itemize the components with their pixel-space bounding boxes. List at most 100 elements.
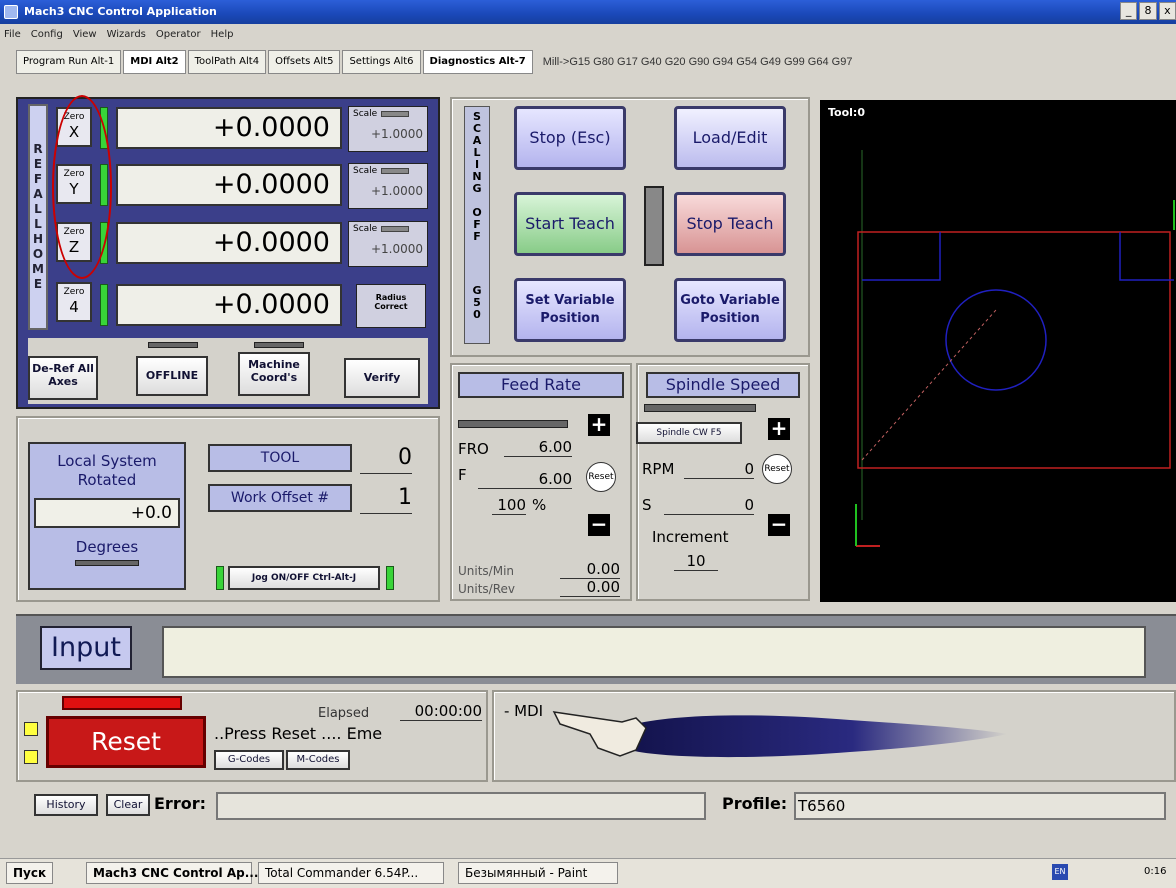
offline-button[interactable]: OFFLINE — [136, 356, 208, 396]
window-controls: _ 8 x — [1120, 2, 1176, 22]
units-rev-label: Units/Rev — [458, 582, 516, 596]
radius-correct-button[interactable]: Radius Correct — [356, 284, 426, 328]
menu-help[interactable]: Help — [211, 24, 234, 46]
zero-4-button[interactable]: Zero 4 — [56, 282, 92, 322]
deref-all-axes-button[interactable]: De-Ref All Axes — [28, 356, 98, 400]
spindle-up-arrow-icon[interactable]: + — [768, 418, 790, 440]
tab-program-run[interactable]: Program Run Alt-1 — [16, 50, 122, 74]
status-led-1 — [24, 722, 38, 736]
menu-view[interactable]: View — [73, 24, 97, 46]
degrees-led — [75, 560, 139, 566]
rpm-value: 0 — [684, 460, 754, 479]
language-indicator[interactable]: EN — [1052, 864, 1068, 880]
scaling-gap — [465, 243, 489, 285]
scale-led — [381, 110, 410, 117]
machine-coords-button[interactable]: Machine Coord's — [238, 352, 310, 396]
history-button[interactable]: History — [34, 794, 98, 816]
dro-x-value[interactable]: +0.0000 — [116, 107, 342, 149]
menu-wizards[interactable]: Wizards — [107, 24, 146, 46]
reset-led — [62, 696, 182, 710]
tool-label-box: TOOL — [208, 444, 352, 472]
reset-button[interactable]: Reset — [46, 716, 206, 768]
rpm-label: RPM — [642, 460, 675, 478]
fro-label: FRO — [458, 440, 489, 458]
units-min-value: 0.00 — [560, 560, 620, 579]
work-offset-number[interactable]: 1 — [360, 484, 412, 514]
menu-file[interactable]: File — [4, 24, 21, 46]
refall-letter: H — [32, 232, 44, 246]
feed-percent[interactable]: 100 — [492, 496, 526, 515]
start-button[interactable]: Пуск — [6, 862, 54, 884]
goto-variable-position-button[interactable]: Goto Variable Position — [674, 278, 786, 342]
feed-rate-header: Feed Rate — [458, 372, 624, 398]
feed-down-arrow-icon[interactable]: − — [588, 514, 610, 536]
start-teach-button[interactable]: Start Teach — [514, 192, 626, 256]
rotation-value[interactable]: +0.0 — [34, 498, 180, 528]
local-system-title: Local System Rotated — [57, 452, 157, 489]
tab-diagnostics[interactable]: Diagnostics Alt-7 — [422, 50, 533, 74]
spindle-reset-button[interactable]: Reset — [762, 454, 792, 484]
error-label: Error: — [154, 794, 206, 813]
refall-letter: F — [33, 172, 43, 186]
refall-letter: O — [32, 247, 44, 261]
menu-bar: File Config View Wizards Operator Help — [0, 24, 1176, 46]
feed-up-arrow-icon[interactable]: + — [588, 414, 610, 436]
dro-4-value[interactable]: +0.0000 — [116, 284, 342, 326]
toolpath-display[interactable]: Tool:0 — [820, 100, 1176, 602]
units-min-label: Units/Min — [458, 564, 515, 578]
increment-value[interactable]: 10 — [674, 552, 718, 571]
scale-label: Scale — [353, 224, 378, 234]
refall-letter: L — [34, 202, 42, 216]
machine-coord-led — [254, 342, 304, 348]
set-variable-position-button[interactable]: Set Variable Position — [514, 278, 626, 342]
mcodes-button[interactable]: M-Codes — [286, 750, 350, 770]
zero-label: Zero — [63, 287, 85, 297]
load-edit-button[interactable]: Load/Edit — [674, 106, 786, 170]
mdi-input-field[interactable] — [162, 626, 1146, 678]
error-field — [216, 792, 706, 820]
verify-button[interactable]: Verify — [344, 358, 420, 398]
scale-y[interactable]: Scale +1.0000 — [348, 163, 428, 209]
jog-toggle-button[interactable]: Jog ON/OFF Ctrl-Alt-J — [228, 566, 380, 590]
scaling-off-g50-button[interactable]: S C A L I N G O F F G 5 0 — [464, 106, 490, 344]
feed-reset-button[interactable]: Reset — [586, 462, 616, 492]
gcodes-button[interactable]: G-Codes — [214, 750, 284, 770]
ref-all-home-button[interactable]: R E F A L L H O M E — [28, 104, 48, 330]
screen-tabs: Program Run Alt-1 MDI Alt2 ToolPath Alt4… — [0, 49, 1176, 75]
spindle-cw-button[interactable]: Spindle CW F5 — [636, 422, 742, 444]
annotation-circle — [52, 95, 112, 279]
maximize-button[interactable]: 8 — [1139, 2, 1157, 20]
stop-button[interactable]: Stop (Esc) — [514, 106, 626, 170]
dro-z-value[interactable]: +0.0000 — [116, 222, 342, 264]
spindle-down-arrow-icon[interactable]: − — [768, 514, 790, 536]
scale-z[interactable]: Scale +1.0000 — [348, 221, 428, 267]
increment-label: Increment — [652, 528, 729, 546]
menu-operator[interactable]: Operator — [156, 24, 201, 46]
taskbar-item-total-commander[interactable]: Total Commander 6.54P... — [258, 862, 444, 884]
taskbar-item-mach3[interactable]: Mach3 CNC Control Ap... — [86, 862, 258, 884]
tab-mdi[interactable]: MDI Alt2 — [123, 50, 186, 74]
scale-x[interactable]: Scale +1.0000 — [348, 106, 428, 152]
close-button[interactable]: x — [1158, 2, 1176, 20]
fro-value[interactable]: 6.00 — [504, 438, 572, 457]
s-value[interactable]: 0 — [664, 496, 754, 515]
elapsed-label: Elapsed — [318, 706, 370, 721]
minimize-button[interactable]: _ — [1120, 2, 1138, 20]
taskbar-clock: 0:16 — [1144, 866, 1167, 877]
tab-toolpath[interactable]: ToolPath Alt4 — [187, 50, 267, 74]
tool-number[interactable]: 0 — [360, 444, 412, 474]
f-value[interactable]: 6.00 — [478, 470, 572, 489]
tab-settings[interactable]: Settings Alt6 — [342, 50, 421, 74]
taskbar-item-paint[interactable]: Безымянный - Paint — [458, 862, 618, 884]
stop-teach-button[interactable]: Stop Teach — [674, 192, 786, 256]
refall-letter: E — [33, 277, 43, 291]
tab-offsets[interactable]: Offsets Alt5 — [268, 50, 341, 74]
axis-4-led — [100, 284, 108, 326]
status-message: ..Press Reset .... Eme — [214, 724, 383, 743]
app-icon — [4, 5, 18, 19]
mdi-mode-label: - MDI — [504, 702, 544, 720]
clear-button[interactable]: Clear — [106, 794, 150, 816]
dro-y-value[interactable]: +0.0000 — [116, 164, 342, 206]
scale-value: +1.0000 — [370, 242, 423, 256]
menu-config[interactable]: Config — [31, 24, 63, 46]
